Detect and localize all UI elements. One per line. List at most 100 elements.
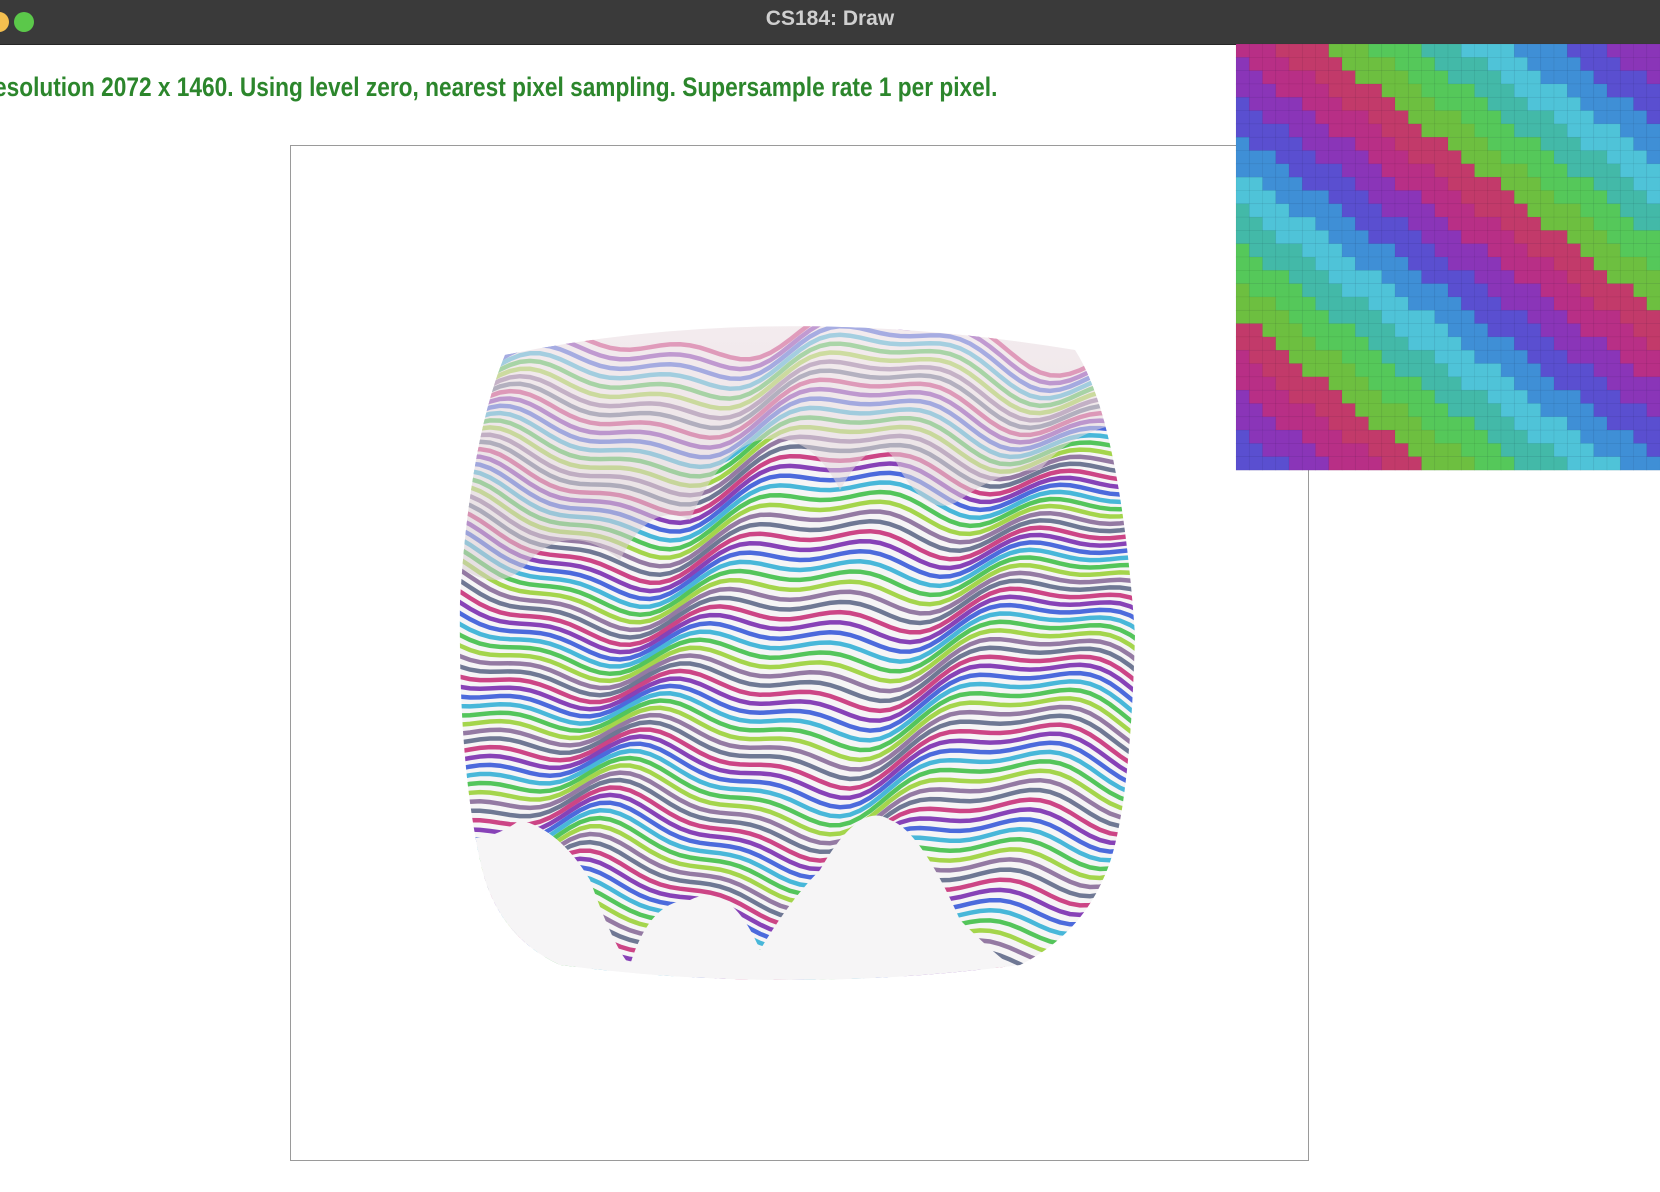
zoom-pixel — [1500, 203, 1515, 218]
zoom-pixel — [1566, 270, 1581, 285]
zoom-pixel — [1487, 190, 1502, 205]
zoom-pixel — [1288, 83, 1303, 98]
zoom-pixel — [1593, 429, 1608, 444]
zoom-pixel — [1341, 256, 1356, 271]
zoom-pixel — [1394, 270, 1409, 285]
zoom-pixel — [1540, 70, 1555, 85]
zoom-pixel — [1354, 270, 1369, 285]
zoom-pixel — [1619, 309, 1634, 325]
zoom-pixel — [1354, 243, 1369, 258]
zoom-pixel — [1474, 190, 1489, 205]
zoom-pixel — [1580, 96, 1595, 112]
zoom-pixel — [1500, 243, 1515, 258]
zoom-pixel — [1593, 43, 1608, 58]
zoom-pixel — [1474, 323, 1489, 338]
zoom-pixel — [1381, 349, 1396, 365]
zoom-pixel — [1328, 256, 1343, 271]
zoom-pixel — [1474, 123, 1489, 138]
zoom-pixel — [1513, 123, 1528, 138]
zoom-pixel — [1421, 363, 1436, 378]
zoom-pixel — [1487, 270, 1502, 285]
zoom-pixel — [1407, 256, 1422, 271]
zoom-pixel — [1527, 43, 1542, 58]
zoom-pixel — [1381, 110, 1396, 125]
zoom-pixel — [1487, 96, 1502, 112]
zoom-pixel — [1328, 163, 1343, 178]
zoom-pixel — [1487, 429, 1502, 444]
zoom-pixel — [1619, 389, 1634, 404]
zoom-pixel — [1394, 176, 1409, 191]
zoom-pixel — [1301, 57, 1316, 72]
zoom-pixel — [1341, 163, 1356, 178]
zoom-pixel — [1341, 456, 1356, 471]
zoom-pixel — [1513, 203, 1528, 218]
zoom-pixel — [1646, 443, 1660, 458]
zoom-pixel — [1566, 349, 1581, 365]
zoom-pixel — [1513, 456, 1528, 471]
zoom-pixel — [1593, 376, 1608, 391]
zoom-pixel — [1606, 70, 1621, 85]
zoom-pixel — [1593, 176, 1608, 191]
zoom-pixel — [1553, 176, 1568, 191]
zoom-pixel — [1288, 96, 1303, 112]
zoom-pixel — [1328, 429, 1343, 444]
zoom-pixel — [1513, 283, 1528, 298]
zoom-pixel — [1407, 96, 1422, 112]
zoom-pixel — [1341, 363, 1356, 378]
zoom-pixel — [1328, 136, 1343, 152]
zoom-pixel — [1474, 443, 1489, 458]
zoom-pixel — [1580, 243, 1595, 258]
zoom-pixel — [1527, 283, 1542, 298]
zoom-pixel — [1500, 443, 1515, 458]
zoom-pixel — [1368, 270, 1383, 285]
zoom-pixel — [1474, 456, 1489, 471]
zoom-pixel — [1566, 296, 1581, 311]
zoom-pixel — [1407, 270, 1422, 285]
zoom-pixel — [1368, 176, 1383, 191]
zoom-pixel — [1553, 203, 1568, 218]
zoom-pixel — [1341, 57, 1356, 72]
zoom-pixel — [1434, 429, 1449, 444]
zoom-pixel — [1633, 43, 1648, 58]
zoom-pixel — [1421, 70, 1436, 85]
zoom-pixel — [1447, 309, 1462, 325]
zoom-pixel — [1354, 96, 1369, 112]
zoom-pixel — [1566, 163, 1581, 178]
zoom-pixel — [1527, 403, 1542, 418]
zoom-pixel — [1540, 309, 1555, 325]
zoom-pixel — [1381, 216, 1396, 231]
zoom-pixel — [1354, 150, 1369, 165]
zoom-pixel — [1354, 296, 1369, 311]
zoom-pixel — [1474, 296, 1489, 311]
zoom-pixel — [1275, 110, 1290, 125]
zoom-pixel — [1328, 336, 1343, 351]
zoom-pixel — [1275, 43, 1290, 58]
zoom-pixel — [1619, 176, 1634, 191]
zoom-pixel — [1315, 389, 1330, 404]
zoom-pixel — [1580, 376, 1595, 391]
zoom-pixel — [1368, 389, 1383, 404]
zoom-pixel — [1540, 243, 1555, 258]
zoom-pixel — [1593, 243, 1608, 258]
zoom-pixel — [1487, 43, 1502, 58]
zoom-pixel — [1447, 349, 1462, 365]
zoom-pixel — [1368, 230, 1383, 245]
zoom-pixel — [1633, 403, 1648, 418]
render-canvas[interactable] — [290, 145, 1309, 1161]
zoom-pixel — [1540, 96, 1555, 112]
zoom-pixel — [1368, 443, 1383, 458]
zoom-pixel — [1566, 96, 1581, 112]
zoom-pixel — [1434, 123, 1449, 138]
zoom-pixel — [1474, 403, 1489, 418]
zoom-pixel — [1368, 136, 1383, 152]
zoom-pixel — [1500, 416, 1515, 431]
zoom-pixel — [1513, 336, 1528, 351]
zoom-pixel — [1513, 136, 1528, 152]
zoom-pixel — [1421, 349, 1436, 365]
zoom-pixel — [1407, 296, 1422, 311]
zoom-pixel — [1421, 83, 1436, 98]
zoom-pixel — [1646, 110, 1660, 125]
zoom-pixel — [1593, 150, 1608, 165]
zoom-pixel — [1619, 363, 1634, 378]
zoom-pixel — [1368, 456, 1383, 471]
